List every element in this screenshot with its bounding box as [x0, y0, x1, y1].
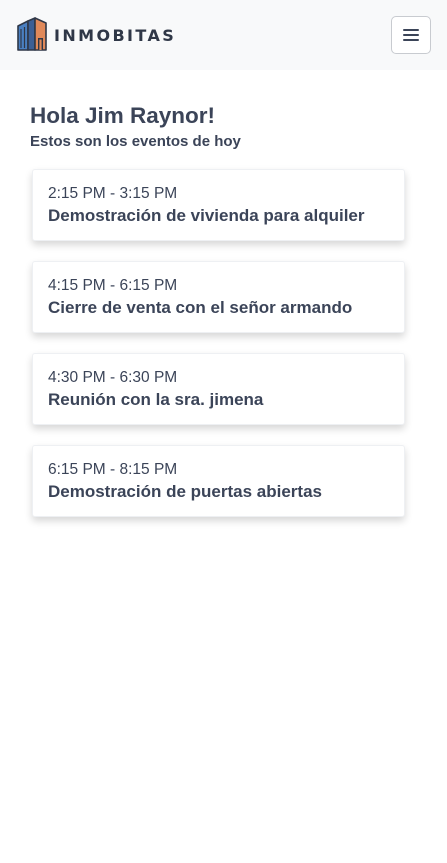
event-card[interactable]: 4:15 PM - 6:15 PM Cierre de venta con el… — [32, 261, 405, 333]
event-card[interactable]: 6:15 PM - 8:15 PM Demostración de puerta… — [32, 445, 405, 517]
event-card[interactable]: 4:30 PM - 6:30 PM Reunión con la sra. ji… — [32, 353, 405, 425]
hamburger-menu-icon — [403, 29, 419, 41]
event-time: 2:15 PM - 3:15 PM — [48, 185, 178, 202]
event-time: 4:15 PM - 6:15 PM — [48, 277, 178, 294]
event-title: Demostración de puertas abiertas — [48, 482, 322, 501]
brand-name: INMOBITAS — [54, 25, 177, 45]
greeting-section: Hola Jim Raynor! Estos son los eventos d… — [0, 70, 447, 151]
greeting-title: Hola Jim Raynor! — [30, 103, 216, 128]
menu-toggle-button[interactable] — [391, 16, 431, 54]
event-time: 6:15 PM - 8:15 PM — [48, 461, 178, 478]
event-title: Reunión con la sra. jimena — [48, 390, 264, 409]
brand-link[interactable]: INMOBITAS — [16, 17, 176, 53]
building-logo-icon — [17, 17, 47, 51]
event-card[interactable]: 2:15 PM - 3:15 PM Demostración de vivien… — [32, 169, 405, 241]
greeting-subtitle: Estos son los eventos de hoy — [30, 133, 241, 150]
event-list: 2:15 PM - 3:15 PM Demostración de vivien… — [0, 151, 447, 517]
navbar: INMOBITAS — [0, 0, 447, 70]
event-title: Cierre de venta con el señor armando — [48, 298, 353, 317]
event-time: 4:30 PM - 6:30 PM — [48, 369, 178, 386]
event-title: Demostración de vivienda para alquiler — [48, 206, 365, 225]
